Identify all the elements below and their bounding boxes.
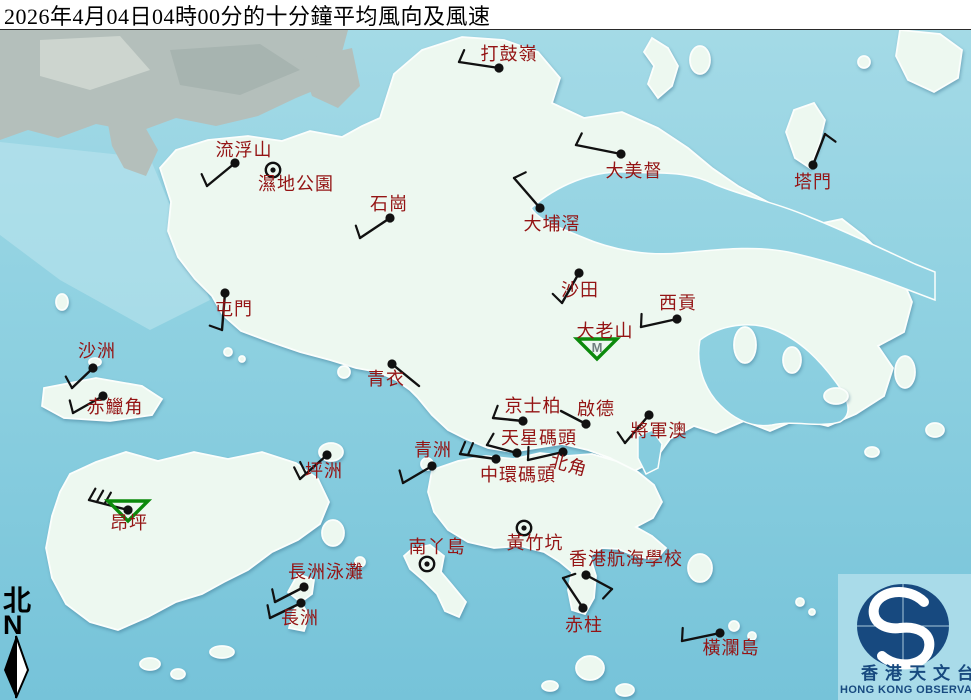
- hko-logo-english-name: HONG KONG OBSERVATORY: [840, 684, 971, 696]
- island-ninepin-2: [808, 608, 816, 616]
- calm-wind-dot-icon: [270, 167, 276, 173]
- station-label: 屯門: [215, 299, 253, 319]
- station-label: 中環碼頭: [480, 465, 556, 485]
- island-sung-kong: [615, 683, 635, 697]
- island-po-toi: [575, 655, 605, 681]
- station-label: 啟德: [577, 399, 615, 419]
- wind-map-page: 打鼓嶺流浮山濕地公園石崗 大美督塔門大埔滘沙田西貢 M 大老山 屯門沙洲赤鱲角 青衣京士柏…: [0, 0, 971, 700]
- map-title-bar: 2026年4月04日04時00分的十分鐘平均風向及風速: [0, 0, 971, 30]
- station-dot: [581, 570, 591, 580]
- station-label: 石崗: [370, 194, 408, 214]
- island-beaufort: [541, 680, 559, 692]
- station-label: 打鼓嶺: [481, 44, 538, 64]
- station-dot: [715, 628, 725, 638]
- island-town-island: [864, 446, 880, 458]
- station-dot: [220, 288, 230, 298]
- station-dot: [296, 598, 306, 608]
- station-dot: [535, 203, 545, 213]
- station-dot: [581, 419, 591, 429]
- island-ma-wan: [337, 365, 351, 379]
- island-high-island: [894, 355, 916, 389]
- island-soko-1: [139, 657, 161, 671]
- station-dot: [491, 454, 501, 464]
- island-shek-kwu-chau: [209, 645, 235, 659]
- island-jin-island: [782, 346, 802, 374]
- hko-logo: 香港天文台 HONG KONG OBSERVATORY: [838, 574, 971, 700]
- map-title: 2026年4月04日04時00分的十分鐘平均風向及風速: [4, 3, 491, 29]
- station-dot: [322, 450, 332, 460]
- island-soko-2: [170, 668, 186, 680]
- station-dot: [299, 582, 309, 592]
- station-dot: [578, 603, 588, 613]
- station-dot: [88, 363, 98, 373]
- station-dot: [644, 410, 654, 420]
- station-label: 天星碼頭: [501, 428, 577, 448]
- island-basalt: [925, 422, 945, 438]
- station-label: 橫瀾島: [703, 638, 760, 658]
- wind-barb-feather: [639, 312, 643, 329]
- island-kau-sai-chau: [733, 326, 757, 364]
- island-lung-kwu-chau: [55, 293, 69, 311]
- station-label: 黃竹坑: [507, 533, 564, 553]
- station-dot: [616, 149, 626, 159]
- island-tung-lung-chau: [687, 553, 713, 583]
- station-label: 流浮山: [216, 140, 273, 160]
- calm-wind-dot-icon: [424, 561, 430, 567]
- station-label: 坪洲: [305, 461, 343, 481]
- station-label: 大埔滘: [524, 214, 581, 234]
- station-dot: [518, 416, 528, 426]
- station-label: 昂坪: [110, 513, 148, 533]
- station-dot: [574, 268, 584, 278]
- island-waglan-1: [728, 620, 740, 632]
- station-dot: [427, 461, 437, 471]
- station-dot: [387, 359, 397, 369]
- station-label: 塔門: [794, 172, 832, 192]
- station-label: 沙洲: [78, 341, 116, 361]
- station-dot: [494, 63, 504, 73]
- station-label: 南丫島: [409, 537, 466, 557]
- maintenance-m-icon: M: [592, 340, 603, 355]
- station-label: 長洲: [281, 608, 319, 628]
- compass-north-letter: N: [3, 610, 23, 640]
- hko-logo-chinese-name: 香港天文台: [861, 663, 971, 683]
- station-label: 香港航海學校: [569, 549, 683, 569]
- island-brothers-1: [223, 347, 233, 357]
- island-wong-wan-chau: [689, 45, 711, 75]
- island-shelter-island: [823, 387, 849, 405]
- station-dot: [672, 314, 682, 324]
- station-dot: [808, 160, 818, 170]
- wind-barb-feather: [680, 626, 684, 643]
- station-label: 大美督: [606, 161, 663, 181]
- station-label: 赤鱲角: [87, 397, 144, 417]
- station-label: 西貢: [659, 293, 697, 313]
- station-label: 赤柱: [565, 615, 603, 635]
- island-small-ne: [857, 55, 871, 69]
- station-label: 青洲: [414, 440, 452, 460]
- island-hei-ling-chau: [321, 519, 345, 547]
- station-label: 將軍澳: [631, 421, 688, 441]
- station-label: 京士柏: [505, 396, 562, 416]
- station-dot: [512, 448, 522, 458]
- calm-wind-dot-icon: [521, 525, 527, 531]
- island-ninepin-1: [795, 597, 805, 607]
- island-brothers-2: [238, 355, 246, 363]
- hong-kong-wind-map: 打鼓嶺流浮山濕地公園石崗 大美督塔門大埔滘沙田西貢 M大老山 屯門沙洲赤鱲角 青衣京士柏…: [0, 0, 971, 700]
- station-label: 大老山: [577, 321, 634, 341]
- station-label: 濕地公園: [258, 174, 334, 194]
- station-label: 沙田: [561, 280, 599, 300]
- station-dot: [385, 213, 395, 223]
- station-label: 長洲泳灘: [288, 562, 364, 582]
- station-label: 青衣: [367, 369, 405, 389]
